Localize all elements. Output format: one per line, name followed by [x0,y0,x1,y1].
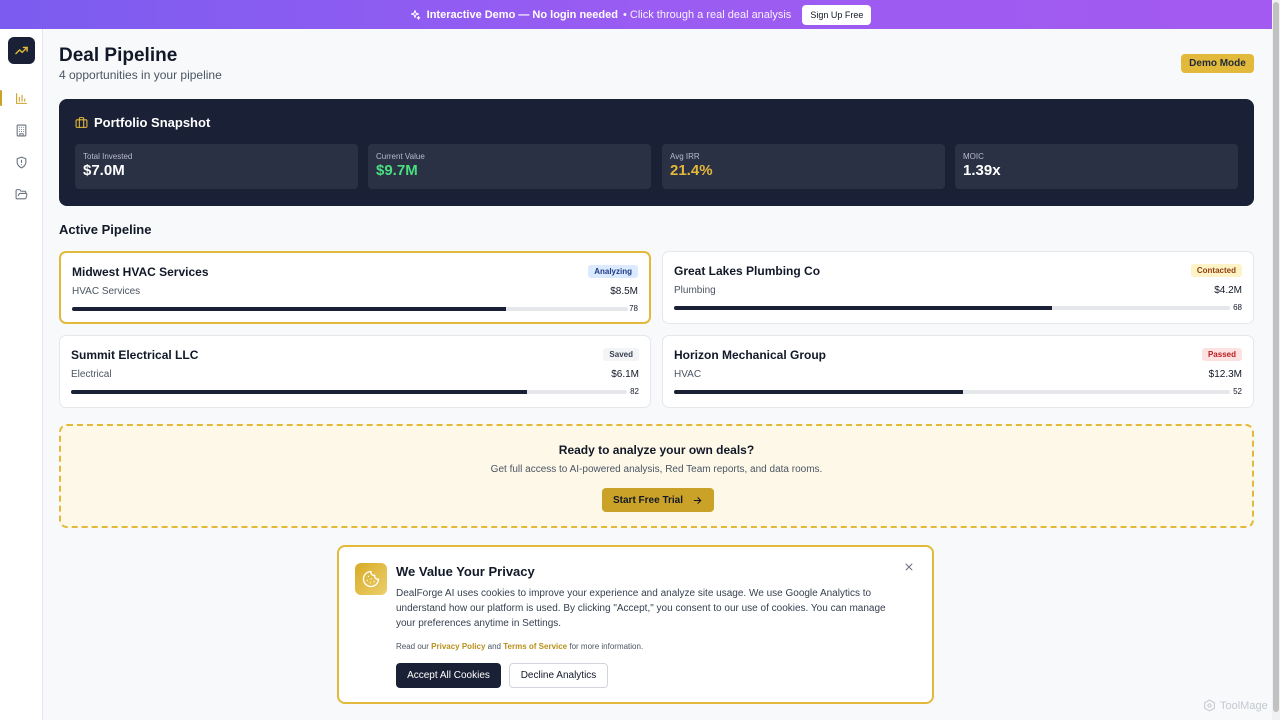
deal-score: 82 [630,387,639,396]
stat-label: MOIC [963,152,984,161]
deal-industry: HVAC Services [72,286,141,297]
stat-value: 1.39x [963,162,1001,179]
terms-of-service-link[interactable]: Terms of Service [503,642,567,651]
sidebar-item-pipeline[interactable] [0,85,42,111]
active-pipeline-heading: Active Pipeline [59,222,152,237]
status-badge: Analyzing [588,265,638,278]
sidebar-item-data-rooms[interactable] [0,181,42,207]
cookie-policy-links: Read our Privacy Policy and Terms of Ser… [396,642,643,651]
links-and: and [487,642,502,651]
folder-open-icon [15,188,27,199]
deal-industry: Plumbing [674,285,716,296]
deal-amount: $4.2M [1214,285,1242,296]
deal-card[interactable]: Summit Electrical LLC Saved Electrical $… [59,335,651,408]
cookie-icon [355,563,387,595]
page-title: Deal Pipeline [59,45,178,66]
deal-card[interactable]: Midwest HVAC Services Analyzing HVAC Ser… [59,251,651,324]
start-free-trial-button[interactable]: Start Free Trial [602,488,714,512]
page-scrollbar[interactable] [1272,0,1280,720]
cta-subtitle: Get full access to AI-powered analysis, … [490,464,823,475]
watermark-text: ToolMage [1220,699,1268,712]
building-icon [16,124,26,136]
deal-card[interactable]: Horizon Mechanical Group Passed HVAC $12… [662,335,1254,408]
watermark: ToolMage [1203,699,1268,712]
score-bar-fill [71,390,527,394]
close-icon[interactable] [902,560,916,574]
deal-name: Midwest HVAC Services [72,265,209,279]
arrow-right-icon [693,496,702,504]
stat-label: Avg IRR [670,152,700,161]
stat-avg-irr: Avg IRR 21.4% [662,144,945,189]
stat-label: Current Value [376,152,425,161]
portfolio-header: Portfolio Snapshot [75,115,210,130]
sign-up-button[interactable]: Sign Up Free [802,4,872,25]
sidebar [0,29,43,720]
deal-amount: $8.5M [610,286,638,297]
briefcase-icon [75,117,88,128]
status-badge: Passed [1201,348,1242,361]
scrollbar-thumb[interactable] [1273,2,1279,712]
portfolio-snapshot: Portfolio Snapshot Total Invested $7.0M … [59,99,1254,206]
free-trial-cta: Ready to analyze your own deals? Get ful… [59,424,1254,528]
score-bar [674,390,1230,394]
deal-card[interactable]: Great Lakes Plumbing Co Contacted Plumbi… [662,251,1254,324]
bar-chart-icon [15,92,27,104]
stat-current-value: Current Value $9.7M [368,144,651,189]
score-bar-fill [674,390,964,394]
deal-score: 68 [1233,303,1242,312]
cookie-consent-dialog: We Value Your Privacy DealForge AI uses … [337,545,934,704]
score-bar-fill [674,306,1053,310]
score-bar [71,390,627,394]
deal-amount: $12.3M [1208,369,1242,380]
deal-name: Summit Electrical LLC [71,348,199,362]
banner-highlight: Interactive Demo — No login needed [426,8,618,21]
links-suffix: for more information. [569,642,644,651]
stat-value: $7.0M [83,162,125,179]
deal-industry: Electrical [71,369,112,380]
score-bar [674,306,1230,310]
page-subtitle: 4 opportunities in your pipeline [59,68,222,82]
sidebar-item-companies[interactable] [0,117,42,143]
portfolio-title: Portfolio Snapshot [94,115,211,130]
stat-label: Total Invested [83,152,133,161]
cookie-title: We Value Your Privacy [396,564,535,579]
deal-name: Horizon Mechanical Group [674,348,827,362]
app-logo[interactable] [8,37,35,64]
deal-name: Great Lakes Plumbing Co [674,264,821,278]
deal-industry: HVAC [674,369,702,380]
stat-value: $9.7M [376,162,418,179]
score-bar [72,307,628,311]
decline-analytics-button[interactable]: Decline Analytics [509,663,608,688]
accept-cookies-button[interactable]: Accept All Cookies [396,663,501,688]
watermark-logo-icon [1204,699,1215,712]
banner-subtext: • Click through a real deal analysis [622,8,792,21]
trending-up-icon [15,46,28,55]
stat-total-invested: Total Invested $7.0M [75,144,358,189]
deal-amount: $6.1M [611,369,639,380]
demo-mode-badge: Demo Mode [1181,54,1254,73]
stat-value: 21.4% [670,162,713,179]
cookie-body: DealForge AI uses cookies to improve you… [396,588,886,629]
status-badge: Contacted [1190,264,1242,277]
status-badge: Saved [603,348,639,361]
cta-button-label: Start Free Trial [612,494,684,506]
sidebar-item-security[interactable] [0,149,42,175]
deal-score: 52 [1233,387,1242,396]
deal-score: 78 [629,304,638,313]
cta-title: Ready to analyze your own deals? [558,443,755,457]
demo-banner: Interactive Demo — No login needed • Cli… [0,0,1280,29]
stat-moic: MOIC 1.39x [955,144,1238,189]
privacy-policy-link[interactable]: Privacy Policy [431,642,485,651]
shield-icon [16,156,26,168]
sparkles-icon [410,9,421,20]
score-bar-fill [72,307,506,311]
links-prefix: Read our [396,642,429,651]
